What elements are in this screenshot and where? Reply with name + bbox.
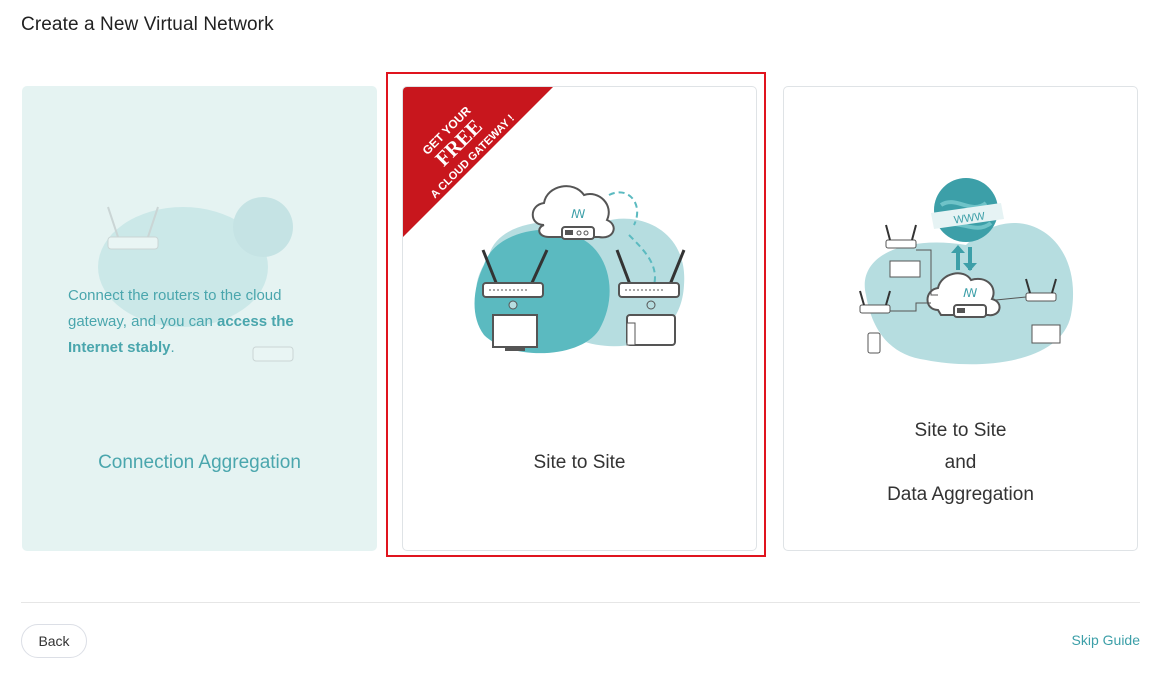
svg-text:ꟿ: ꟿ (571, 207, 585, 221)
connection-aggregation-description: Connect the routers to the cloud gateway… (68, 287, 294, 356)
footer-divider (21, 602, 1140, 603)
page-title: Create a New Virtual Network (21, 14, 274, 35)
card-label: Connection Aggregation (98, 452, 301, 473)
back-button[interactable]: Back (21, 624, 87, 658)
site-to-site-illustration: ꟿ (474, 185, 686, 354)
card-connection-aggregation[interactable]: Connect the routers to the cloud gateway… (22, 86, 377, 551)
card-label: Site to Site and Data Aggregation (887, 420, 1034, 505)
card-label: Site to Site (533, 452, 626, 473)
card-site-to-site[interactable]: GET YOUR FREE A CLOUD GATEWAY ! ꟿ Site t… (402, 86, 757, 551)
data-aggregation-illustration: WWW ꟿ (859, 178, 1074, 365)
svg-text:ꟿ: ꟿ (963, 286, 977, 300)
card-site-to-site-data-aggregation[interactable]: WWW ꟿ Site to Site and Data Aggregation (783, 86, 1138, 551)
skip-guide-link[interactable]: Skip Guide (1072, 632, 1140, 648)
